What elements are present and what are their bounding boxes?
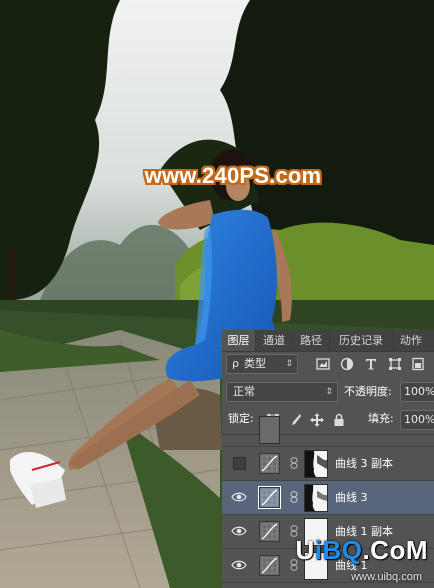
opacity-field[interactable]: 100% (400, 382, 434, 402)
panel-tab-bar: 图层 通道 路径 历史记录 动作 (222, 330, 434, 352)
visibility-toggle-off[interactable] (233, 457, 246, 470)
eye-icon[interactable] (231, 523, 247, 539)
logo-u: U (295, 535, 315, 565)
logo-com: .CoM (362, 535, 428, 565)
eye-icon[interactable] (231, 557, 247, 573)
pixel-filter-icon[interactable] (316, 357, 330, 371)
mask-link-icon[interactable] (290, 491, 298, 503)
curves-adjustment-icon (258, 486, 281, 509)
tab-history[interactable]: 历史记录 (330, 330, 393, 351)
layer-name[interactable]: 曲线 3 (335, 489, 368, 505)
site-watermark: www.240PS.com (144, 163, 322, 188)
curves-adjustment-icon (259, 453, 280, 474)
layer-thumbnail (259, 416, 280, 444)
layer-filter-select[interactable]: ρ 类型 ⇕ (226, 354, 298, 374)
curves-adjustment-icon (259, 555, 280, 576)
tab-actions[interactable]: 动作 (393, 330, 429, 351)
layer-name[interactable]: 曲线 3 副本 (335, 455, 393, 471)
uibq-logo: UiBQ.CoM (295, 535, 428, 566)
layer-row-curves-3[interactable]: 曲线 3 (222, 481, 434, 515)
tab-channels[interactable]: 通道 (256, 330, 293, 351)
logo-ibq: iBQ (314, 535, 363, 565)
type-filter-icon[interactable] (364, 357, 378, 371)
shape-filter-icon[interactable] (388, 357, 402, 371)
uibq-url: www.uibq.com (351, 571, 422, 583)
adjustment-filter-icon[interactable] (340, 357, 354, 371)
chevron-updown-icon: ⇕ (285, 359, 293, 369)
search-icon: ρ (232, 357, 239, 370)
eye-icon[interactable] (231, 489, 247, 505)
layer-row-curves-3-copy[interactable]: 曲线 3 副本 (222, 447, 434, 481)
curves-adjustment-icon (259, 521, 280, 542)
blend-mode-value: 正常 (233, 385, 255, 398)
blend-mode-select[interactable]: 正常 ⇕ (226, 382, 338, 402)
layer-mask-thumbnail[interactable] (304, 450, 328, 478)
tab-paths[interactable]: 路径 (293, 330, 330, 351)
tab-layers[interactable]: 图层 (222, 330, 256, 351)
filter-kind-label: 类型 (244, 357, 266, 370)
smart-object-filter-icon[interactable] (411, 357, 425, 371)
layer-mask-thumbnail[interactable] (304, 484, 328, 512)
mask-link-icon[interactable] (290, 457, 298, 469)
opacity-value: 100% (404, 385, 434, 398)
opacity-label: 不透明度: (344, 385, 392, 398)
chevron-updown-icon: ⇕ (325, 387, 333, 397)
layer-row-partial[interactable] (222, 413, 434, 447)
